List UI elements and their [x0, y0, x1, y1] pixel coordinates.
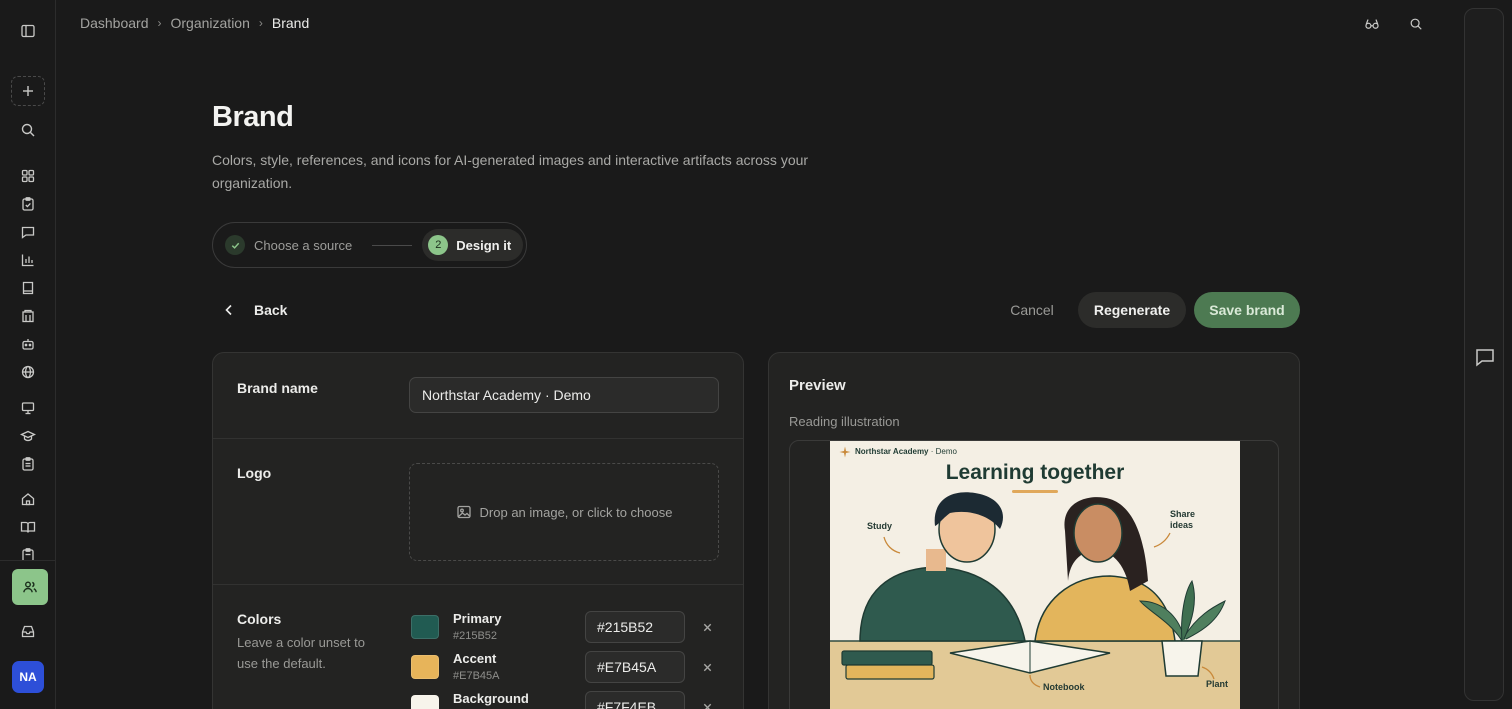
illustration-label-share-ideas: Share ideas — [1170, 509, 1196, 530]
inbox-icon[interactable] — [14, 617, 42, 645]
brand-name-label: Brand name — [237, 380, 318, 396]
row-divider — [213, 438, 743, 439]
close-icon[interactable] — [699, 619, 715, 635]
color-row-primary: Primary #215B52 — [411, 611, 721, 645]
color-hex-caption: #E7B45A — [453, 670, 500, 682]
preview-subtitle: Reading illustration — [789, 414, 900, 429]
logo-label: Logo — [237, 465, 272, 481]
rail-divider — [0, 560, 56, 561]
color-hex-input[interactable] — [585, 651, 685, 683]
chevron-right-icon: › — [258, 16, 263, 30]
close-icon[interactable] — [699, 699, 715, 709]
glasses-icon[interactable] — [1363, 15, 1381, 33]
home-icon[interactable] — [14, 485, 42, 513]
page-subtitle: Colors, style, references, and icons for… — [212, 152, 809, 191]
colors-label: Colors — [237, 611, 282, 627]
breadcrumb: Dashboard › Organization › Brand — [80, 15, 309, 31]
clipboard-list-icon[interactable] — [14, 541, 42, 560]
illustration-label-study: Study — [867, 521, 893, 531]
step-label: Design it — [456, 237, 512, 253]
brand-name-input[interactable] — [409, 377, 719, 413]
avatar[interactable]: NA — [12, 661, 44, 693]
brand-form-card: Brand name Logo Drop an image, or click … — [212, 352, 744, 709]
logo-drop-text: Drop an image, or click to choose — [479, 504, 673, 520]
right-panel — [1464, 8, 1504, 701]
breadcrumb-current: Brand — [271, 15, 310, 31]
check-icon — [225, 235, 245, 255]
chevron-right-icon: › — [157, 16, 162, 30]
graduation-cap-icon[interactable] — [14, 422, 42, 450]
clipboard-icon[interactable] — [14, 190, 42, 218]
color-swatch[interactable] — [411, 695, 439, 709]
preview-frame: Northstar Academy · Demo Learning togeth… — [789, 440, 1279, 709]
chevron-left-icon — [225, 304, 232, 316]
breadcrumb-dashboard[interactable]: Dashboard — [80, 15, 149, 31]
reading-illustration: Northstar Academy · Demo Learning togeth… — [830, 441, 1240, 709]
step-choose-source[interactable]: Choose a source — [254, 238, 352, 253]
search-icon[interactable] — [14, 116, 42, 144]
illustration-label-notebook: Notebook — [1043, 682, 1085, 692]
image-icon — [456, 505, 471, 519]
color-swatch[interactable] — [411, 655, 439, 679]
regenerate-button[interactable]: Regenerate — [1078, 292, 1186, 328]
save-brand-button[interactable]: Save brand — [1194, 292, 1300, 328]
cancel-button[interactable]: Cancel — [1002, 293, 1062, 327]
step-design-it[interactable]: 2 Design it — [422, 229, 524, 261]
illustration-scene — [830, 492, 1240, 709]
back-button[interactable]: Back — [222, 298, 287, 322]
color-hex-input[interactable] — [585, 691, 685, 709]
chart-icon[interactable] — [14, 246, 42, 274]
step-connector — [372, 244, 413, 246]
row-divider — [213, 584, 743, 585]
bot-icon[interactable] — [14, 330, 42, 358]
logo-drop-zone[interactable]: Drop an image, or click to choose — [409, 463, 719, 561]
step-number: 2 — [428, 235, 449, 255]
search-icon[interactable] — [1407, 15, 1425, 33]
chat-icon[interactable] — [14, 218, 42, 246]
preview-title: Preview — [789, 377, 846, 394]
plus-icon — [23, 86, 33, 96]
globe-icon[interactable] — [14, 358, 42, 386]
color-name: Background — [453, 691, 529, 706]
book-icon[interactable] — [14, 274, 42, 302]
color-hex-input[interactable] — [585, 611, 685, 643]
building-icon[interactable] — [14, 302, 42, 330]
stepper: Choose a source 2 Design it — [212, 222, 527, 268]
color-name: Primary — [453, 611, 502, 626]
color-row-background: Background #F7F4EB — [411, 691, 721, 709]
dashboard-icon[interactable] — [14, 162, 42, 190]
close-icon[interactable] — [699, 659, 715, 675]
color-row-accent: Accent #E7B45A — [411, 651, 721, 685]
sidebar-toggle-icon[interactable] — [14, 17, 42, 45]
color-hex-caption: #215B52 — [453, 630, 498, 642]
chat-icon[interactable] — [1474, 346, 1496, 368]
preview-card: Preview Reading illustration Northstar A… — [768, 352, 1300, 709]
color-name: Accent — [453, 651, 497, 666]
open-book-icon[interactable] — [14, 513, 42, 541]
users-icon[interactable] — [12, 569, 48, 605]
clipboard-list-icon[interactable] — [14, 450, 42, 478]
page-title: Brand — [212, 101, 294, 133]
color-swatch[interactable] — [411, 615, 439, 639]
back-label: Back — [254, 302, 288, 318]
illustration-label-plant: Plant — [1206, 679, 1229, 689]
presentation-icon[interactable] — [14, 394, 42, 422]
breadcrumb-organization[interactable]: Organization — [171, 15, 250, 31]
colors-description: Leave a color unset to use the default. — [237, 635, 365, 671]
new-item-button[interactable] — [11, 76, 45, 106]
left-rail: NA — [0, 0, 56, 709]
